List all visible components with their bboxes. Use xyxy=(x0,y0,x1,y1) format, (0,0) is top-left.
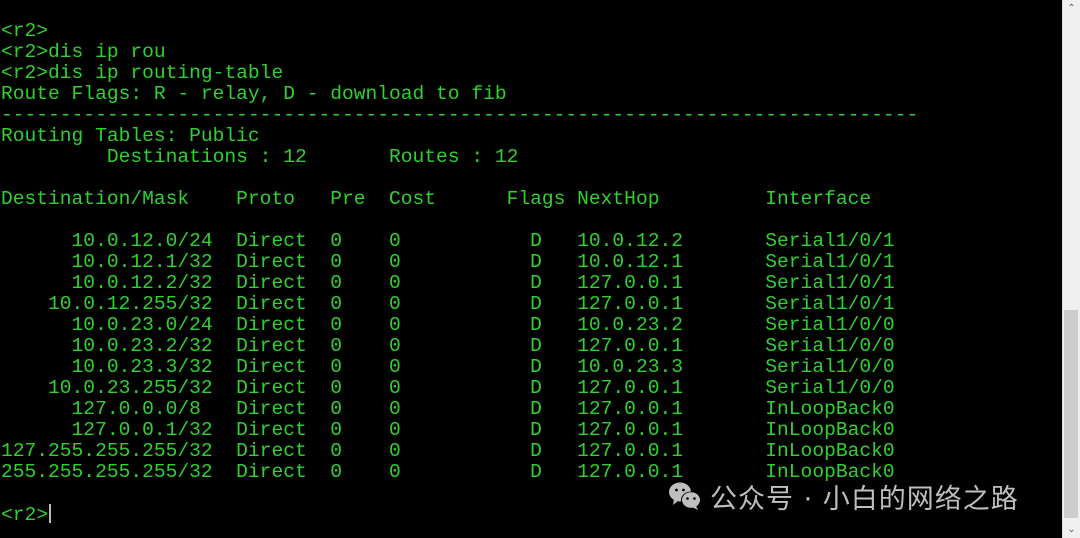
table-row: 10.0.23.0/24 Direct 0 0 D 10.0.23.2 Seri… xyxy=(1,314,895,336)
table-row: 127.0.0.1/32 Direct 0 0 D 127.0.0.1 InLo… xyxy=(1,419,895,441)
table-row: 10.0.23.2/32 Direct 0 0 D 127.0.0.1 Seri… xyxy=(1,335,895,357)
table-header: Destination/Mask Proto Pre Cost Flags Ne… xyxy=(1,188,872,210)
table-row: 10.0.12.2/32 Direct 0 0 D 127.0.0.1 Seri… xyxy=(1,272,895,294)
terminal-window[interactable]: <r2> <r2>dis ip rou <r2>dis ip routing-tab… xyxy=(0,0,1062,538)
watermark-text: 公众号 · 小白的网络之路 xyxy=(710,483,1019,515)
wechat-icon xyxy=(668,481,702,511)
text-cursor xyxy=(49,504,52,523)
terminal-line: <r2>dis ip rou xyxy=(1,41,166,63)
route-flags-legend: Route Flags: R - relay, D - download to … xyxy=(1,83,507,105)
terminal-line: <r2>dis ip routing-table xyxy=(1,62,284,84)
command-prompt: <r2> xyxy=(1,504,49,526)
table-row: 127.0.0.0/8 Direct 0 0 D 127.0.0.1 InLoo… xyxy=(1,398,895,420)
routing-table-summary: Destinations : 12 Routes : 12 xyxy=(1,146,519,168)
chevron-down-icon: ⌄ xyxy=(1067,524,1076,535)
table-row: 10.0.12.0/24 Direct 0 0 D 10.0.12.2 Seri… xyxy=(1,230,895,252)
scrollbar-thumb[interactable] xyxy=(1064,310,1078,518)
scroll-up-button[interactable]: ⌃ xyxy=(1063,0,1080,17)
terminal-output: <r2> <r2>dis ip rou <r2>dis ip routing-tab… xyxy=(1,20,919,526)
watermark: 公众号 · 小白的网络之路 xyxy=(668,478,1019,515)
table-row: 127.255.255.255/32 Direct 0 0 D 127.0.0.… xyxy=(1,440,895,462)
separator-line: ----------------------------------------… xyxy=(1,104,919,126)
table-row: 10.0.23.3/32 Direct 0 0 D 10.0.23.3 Seri… xyxy=(1,356,895,378)
terminal-line: <r2> xyxy=(1,20,49,42)
vertical-scrollbar[interactable]: ⌃ ⌄ xyxy=(1062,0,1080,538)
table-row: 10.0.12.1/32 Direct 0 0 D 10.0.12.1 Seri… xyxy=(1,251,895,273)
chevron-up-icon: ⌃ xyxy=(1067,3,1076,14)
routing-table-name: Routing Tables: Public xyxy=(1,125,260,147)
scroll-down-button[interactable]: ⌄ xyxy=(1063,521,1080,538)
table-row: 10.0.23.255/32 Direct 0 0 D 127.0.0.1 Se… xyxy=(1,377,895,399)
table-row: 10.0.12.255/32 Direct 0 0 D 127.0.0.1 Se… xyxy=(1,293,895,315)
